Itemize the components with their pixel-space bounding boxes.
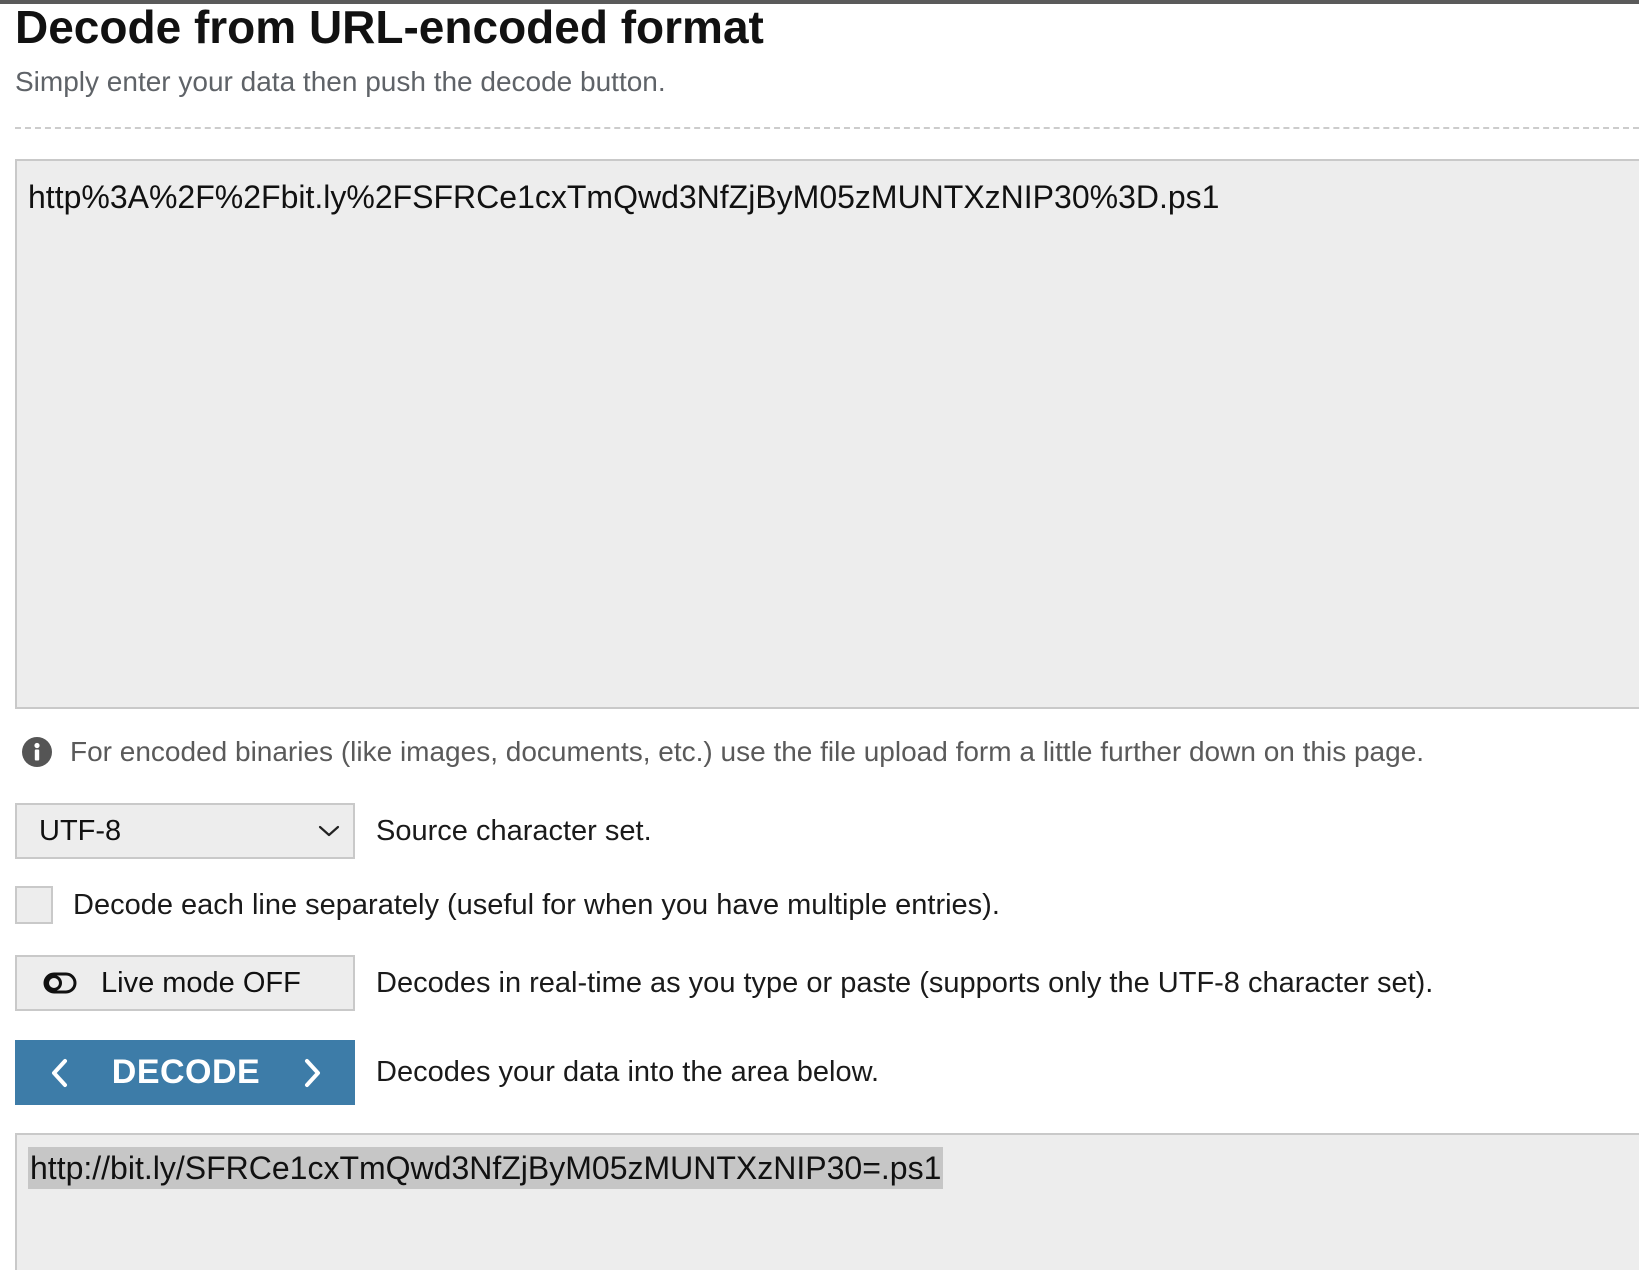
page-title: Decode from URL-encoded format — [15, 1, 764, 53]
output-text: http://bit.ly/SFRCe1cxTmQwd3NfZjByM05zMU… — [28, 1147, 944, 1189]
info-icon — [22, 737, 52, 767]
chevron-left-icon — [49, 1057, 69, 1089]
charset-description: Source character set. — [376, 814, 652, 847]
charset-select-value: UTF-8 — [39, 814, 122, 847]
live-mode-description: Decodes in real-time as you type or past… — [376, 966, 1434, 999]
input-textarea[interactable]: http%3A%2F%2Fbit.ly%2FSFRCe1cxTmQwd3NfZj… — [15, 159, 1639, 709]
separate-lines-label[interactable]: Decode each line separately (useful for … — [73, 889, 1000, 922]
live-mode-toggle[interactable]: Live mode OFF — [15, 955, 355, 1011]
separate-lines-row: Decode each line separately (useful for … — [15, 885, 1000, 925]
charset-row: UTF-8 Source character set. — [15, 803, 652, 859]
decode-description: Decodes your data into the area below. — [376, 1056, 879, 1088]
decode-row: DECODE Decodes your data into the area b… — [15, 1040, 879, 1105]
charset-select[interactable]: UTF-8 — [15, 803, 355, 859]
page: Decode from URL-encoded format Simply en… — [0, 0, 1639, 1270]
separate-lines-checkbox[interactable] — [15, 886, 53, 924]
dashed-divider — [15, 127, 1639, 129]
chevron-down-icon — [317, 823, 341, 839]
live-mode-label: Live mode OFF — [101, 966, 301, 999]
input-text: http%3A%2F%2Fbit.ly%2FSFRCe1cxTmQwd3NfZj… — [28, 179, 1220, 215]
output-textarea[interactable]: http://bit.ly/SFRCe1cxTmQwd3NfZjByM05zMU… — [15, 1133, 1639, 1270]
live-mode-row: Live mode OFF Decodes in real-time as yo… — [15, 955, 1433, 1011]
chevron-right-icon — [303, 1057, 323, 1089]
hint-text: For encoded binaries (like images, docum… — [70, 736, 1425, 767]
page-subtitle: Simply enter your data then push the dec… — [15, 66, 666, 97]
binary-hint: For encoded binaries (like images, docum… — [22, 732, 1424, 772]
decode-button-label: DECODE — [111, 1053, 261, 1091]
decode-button[interactable]: DECODE — [15, 1040, 355, 1105]
toggle-off-icon — [43, 972, 77, 994]
